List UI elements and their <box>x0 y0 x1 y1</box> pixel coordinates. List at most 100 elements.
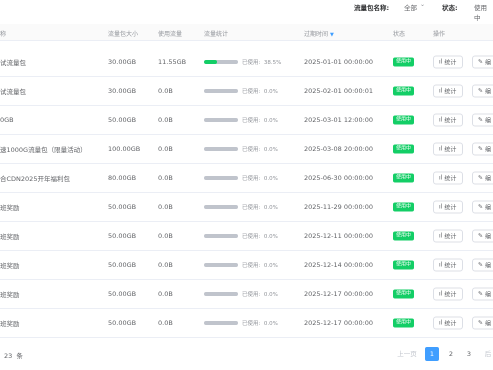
stats-button[interactable]: ıl 统计 <box>433 171 463 184</box>
edit-button-label: 编 <box>485 262 492 269</box>
usage-prefix: 已使用: <box>242 233 261 240</box>
status-badge: 使用中 <box>393 202 415 211</box>
table-row: 速1000G流量包（限量活动） 100.00GB 0.0B 已使用: 0.0% 2025… <box>0 134 493 164</box>
status-badge: 使用中 <box>393 260 415 269</box>
table-row: 合CDN2025开年福利包 80.00GB 0.0B 已使用: 0.0% 2025-06… <box>0 163 493 193</box>
usage-percent-text: 已使用: 0.0% <box>242 87 278 95</box>
usage-percent: 0.0% <box>263 88 278 95</box>
stats-button[interactable]: ıl 统计 <box>433 55 463 68</box>
bar-chart-icon: ıl <box>439 174 443 181</box>
status-badge: 使用中 <box>393 86 415 95</box>
bar-chart-icon: ıl <box>439 319 443 326</box>
package-name: 0GB <box>0 115 14 124</box>
column-expire[interactable]: 过期时间 ▼ <box>304 29 334 38</box>
usage-progress-bar <box>204 262 238 267</box>
total-count: 23 条 <box>4 350 23 360</box>
bar-chart-icon: ıl <box>439 145 443 152</box>
bar-chart-icon: ıl <box>439 232 443 239</box>
table-row: 班奖励 50.00GB 0.0B 已使用: 0.0% 2025-12-14 00:00:… <box>0 250 493 280</box>
used-traffic: 0.0B <box>158 289 173 298</box>
usage-percent: 0.0% <box>263 291 278 298</box>
expire-time: 2025-12-14 00:00:00 <box>304 260 374 269</box>
used-traffic: 0.0B <box>158 115 173 124</box>
expire-time: 2025-11-29 00:00:00 <box>304 202 374 211</box>
used-traffic: 0.0B <box>158 173 173 182</box>
next-page-button[interactable]: 后 <box>481 347 493 361</box>
table-row: 试流量包 30.00GB 0.0B 已使用: 0.0% 2025-02-01 00:00… <box>0 76 493 106</box>
package-name: 班奖励 <box>0 290 20 299</box>
edit-button[interactable]: ✎ 编 <box>472 287 493 300</box>
stats-button-label: 统计 <box>444 146 457 153</box>
page-2-button[interactable]: 2 <box>444 347 458 361</box>
edit-button[interactable]: ✎ 编 <box>472 142 493 155</box>
edit-button[interactable]: ✎ 编 <box>472 84 493 97</box>
edit-button[interactable]: ✎ 编 <box>472 258 493 271</box>
edit-button-label: 编 <box>485 233 492 240</box>
chevron-down-icon[interactable]: ⌄ <box>420 1 425 8</box>
stats-button[interactable]: ıl 统计 <box>433 200 463 213</box>
usage-prefix: 已使用: <box>242 320 261 327</box>
status-filter-label: 状态: <box>442 4 458 12</box>
usage-percent: 0.0% <box>263 146 278 153</box>
edit-button[interactable]: ✎ 编 <box>472 171 493 184</box>
status-filter-select[interactable]: 使用中 <box>474 2 493 22</box>
package-name: 班奖励 <box>0 319 20 328</box>
pencil-icon: ✎ <box>478 145 484 152</box>
total-count-unit: 条 <box>16 352 23 360</box>
usage-percent: 0.0% <box>263 117 278 124</box>
package-size: 50.00GB <box>108 318 137 327</box>
stats-button[interactable]: ıl 统计 <box>433 258 463 271</box>
usage-prefix: 已使用: <box>242 204 261 211</box>
package-size: 50.00GB <box>108 260 137 269</box>
stats-button[interactable]: ıl 统计 <box>433 229 463 242</box>
page-3-button[interactable]: 3 <box>462 347 476 361</box>
usage-percent-text: 已使用: 0.0% <box>242 145 278 153</box>
usage-progress-bar <box>204 204 238 209</box>
edit-button-label: 编 <box>485 320 492 327</box>
stats-button[interactable]: ıl 统计 <box>433 84 463 97</box>
usage-prefix: 已使用: <box>242 291 261 298</box>
usage-percent: 38.5% <box>263 59 282 66</box>
used-traffic: 11.55GB <box>158 57 187 66</box>
used-traffic: 0.0B <box>158 318 173 327</box>
edit-button[interactable]: ✎ 编 <box>472 200 493 213</box>
edit-button-label: 编 <box>485 88 492 95</box>
usage-percent: 0.0% <box>263 320 278 327</box>
package-name: 试流量包 <box>0 58 26 67</box>
prev-page-button[interactable]: 上一页 <box>392 347 422 361</box>
table-row: 班奖励 50.00GB 0.0B 已使用: 0.0% 2025-12-11 00:00:… <box>0 221 493 251</box>
page-1-button[interactable]: 1 <box>425 347 439 361</box>
usage-progress-fill <box>204 59 218 64</box>
used-traffic: 0.0B <box>158 144 173 153</box>
usage-prefix: 已使用: <box>242 117 261 124</box>
stats-button[interactable]: ıl 统计 <box>433 113 463 126</box>
package-size: 50.00GB <box>108 289 137 298</box>
expire-time: 2025-01-01 00:00:00 <box>304 57 374 66</box>
column-size: 流量包大小 <box>108 31 139 38</box>
sort-desc-icon[interactable]: ▼ <box>330 32 334 38</box>
pencil-icon: ✎ <box>478 58 484 65</box>
stats-button-label: 统计 <box>444 262 457 269</box>
bar-chart-icon: ıl <box>439 58 443 65</box>
expire-time: 2025-12-17 00:00:00 <box>304 318 374 327</box>
stats-button[interactable]: ıl 统计 <box>433 287 463 300</box>
package-name: 班奖励 <box>0 232 20 241</box>
column-name: 称 <box>0 31 7 38</box>
usage-percent: 0.0% <box>263 175 278 182</box>
bar-chart-icon: ıl <box>439 203 443 210</box>
package-name-filter-select[interactable]: 全部 <box>404 2 417 12</box>
edit-button[interactable]: ✎ 编 <box>472 229 493 242</box>
status-badge: 使用中 <box>393 57 415 66</box>
usage-progress-bar <box>204 233 238 238</box>
status-badge: 使用中 <box>393 144 415 153</box>
edit-button[interactable]: ✎ 编 <box>472 55 493 68</box>
edit-button[interactable]: ✎ 编 <box>472 113 493 126</box>
status-badge: 使用中 <box>393 318 415 327</box>
usage-percent-text: 已使用: 0.0% <box>242 319 278 327</box>
edit-button[interactable]: ✎ 编 <box>472 316 493 329</box>
stats-button[interactable]: ıl 统计 <box>433 142 463 155</box>
stats-button[interactable]: ıl 统计 <box>433 316 463 329</box>
column-actions: 操作 <box>433 31 446 38</box>
package-size: 50.00GB <box>108 231 137 240</box>
pencil-icon: ✎ <box>478 319 484 326</box>
